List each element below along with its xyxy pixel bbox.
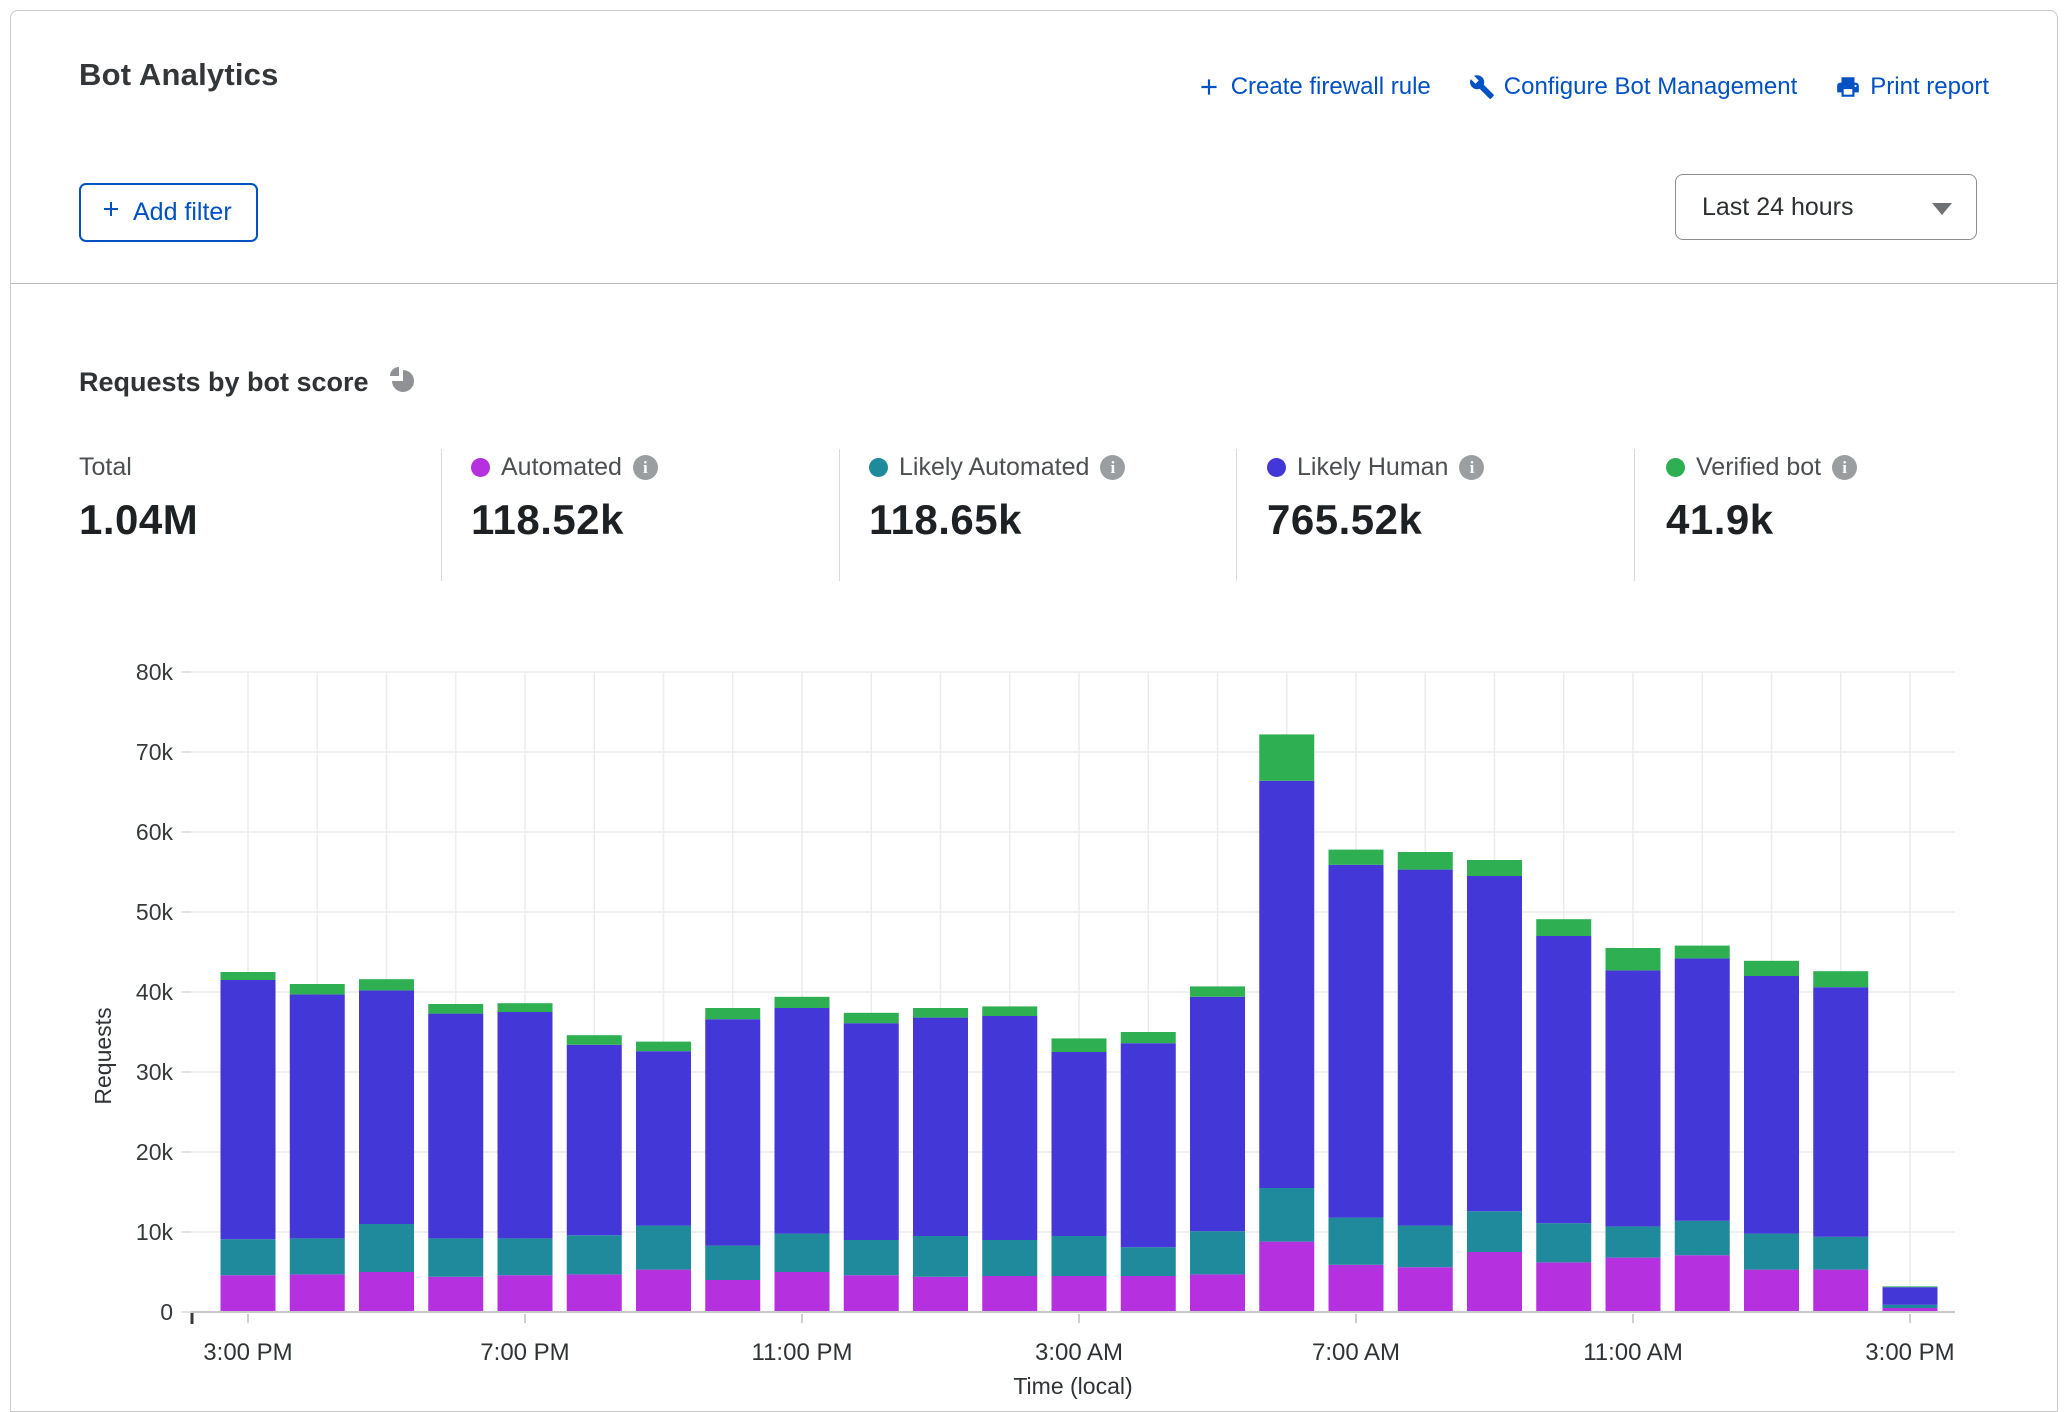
svg-text:60k: 60k (136, 819, 174, 845)
create-firewall-rule-link[interactable]: Create firewall rule (1196, 73, 1431, 101)
stat-value: 1.04M (79, 496, 198, 544)
stat-automated: Automated i 118.52k (471, 453, 658, 544)
svg-text:Requests: Requests (90, 1007, 116, 1104)
stat-value: 118.65k (869, 496, 1125, 544)
svg-text:7:00 PM: 7:00 PM (480, 1339, 569, 1366)
time-range-select[interactable]: Last 24 hours (1675, 174, 1977, 240)
stat-label: Total (79, 453, 132, 482)
svg-text:3:00 AM: 3:00 AM (1035, 1339, 1123, 1366)
print-report-link[interactable]: Print report (1835, 73, 1989, 101)
stat-label: Likely Human (1297, 453, 1448, 482)
stat-verified-bot: Verified bot i 41.9k (1666, 453, 1857, 544)
legend-dot-verified-bot (1666, 458, 1685, 477)
stat-divider (1236, 449, 1237, 581)
svg-text:7:00 AM: 7:00 AM (1312, 1339, 1400, 1366)
configure-bot-management-label: Configure Bot Management (1504, 73, 1798, 101)
svg-text:80k: 80k (136, 659, 174, 685)
stat-likely-automated: Likely Automated i 118.65k (869, 453, 1125, 544)
header-actions: Create firewall rule Configure Bot Manag… (1196, 73, 1989, 101)
svg-text:30k: 30k (136, 1059, 174, 1085)
svg-text:11:00 AM: 11:00 AM (1583, 1339, 1683, 1366)
stat-value: 765.52k (1267, 496, 1484, 544)
info-icon[interactable]: i (633, 455, 658, 480)
requests-by-bot-score-chart: 0 10k 20k 30k 40k 50k 60k 70k 80k 3:00 PM 7:00 PM 1… (11, 611, 2070, 1405)
info-icon[interactable]: i (1459, 455, 1484, 480)
configure-bot-management-link[interactable]: Configure Bot Management (1469, 73, 1798, 101)
svg-text:3:00 PM: 3:00 PM (1865, 1339, 1954, 1366)
stacked-bar-chart[interactable]: 0 10k 20k 30k 40k 50k 60k 70k 80k 3:00 PM 7:00 PM 1… (11, 611, 2070, 1405)
wrench-icon (1469, 74, 1495, 100)
add-filter-label: Add filter (133, 198, 232, 227)
plus-icon (1196, 74, 1222, 100)
stat-divider (1634, 449, 1635, 581)
legend-dot-automated (471, 458, 490, 477)
svg-text:Time (local): Time (local) (1013, 1373, 1132, 1399)
stat-divider (839, 449, 840, 581)
svg-text:10k: 10k (136, 1219, 174, 1245)
svg-text:11:00 PM: 11:00 PM (752, 1339, 853, 1366)
print-report-label: Print report (1870, 73, 1989, 101)
stat-value: 118.52k (471, 496, 658, 544)
add-filter-button[interactable]: Add filter (79, 183, 258, 242)
section-title-text: Requests by bot score (79, 367, 369, 398)
stat-divider (441, 449, 442, 581)
legend-dot-likely-human (1267, 458, 1286, 477)
stat-label: Likely Automated (899, 453, 1089, 482)
svg-text:70k: 70k (136, 739, 174, 765)
bot-analytics-card: Bot Analytics Create firewall rule Confi… (10, 10, 2058, 1412)
svg-text:40k: 40k (136, 979, 174, 1005)
printer-icon (1835, 74, 1861, 100)
header-divider (11, 283, 2057, 284)
svg-text:20k: 20k (136, 1139, 174, 1165)
stat-likely-human: Likely Human i 765.52k (1267, 453, 1484, 544)
pie-chart-icon (385, 363, 419, 402)
svg-text:0: 0 (160, 1299, 173, 1325)
info-icon[interactable]: i (1100, 455, 1125, 480)
caret-down-icon (1932, 203, 1952, 215)
stat-value: 41.9k (1666, 496, 1857, 544)
plus-icon (99, 197, 123, 228)
stat-label: Verified bot (1696, 453, 1821, 482)
page-title: Bot Analytics (79, 57, 279, 93)
legend-dot-likely-automated (869, 458, 888, 477)
section-title: Requests by bot score (79, 363, 419, 402)
stats-row: Total 1.04M Automated i 118.52k Likely A… (11, 441, 2057, 596)
stat-label: Automated (501, 453, 622, 482)
svg-text:3:00 PM: 3:00 PM (203, 1339, 292, 1366)
stat-total: Total 1.04M (79, 453, 198, 544)
svg-text:50k: 50k (136, 899, 174, 925)
info-icon[interactable]: i (1832, 455, 1857, 480)
create-firewall-rule-label: Create firewall rule (1231, 73, 1431, 101)
time-range-value: Last 24 hours (1702, 193, 1854, 222)
